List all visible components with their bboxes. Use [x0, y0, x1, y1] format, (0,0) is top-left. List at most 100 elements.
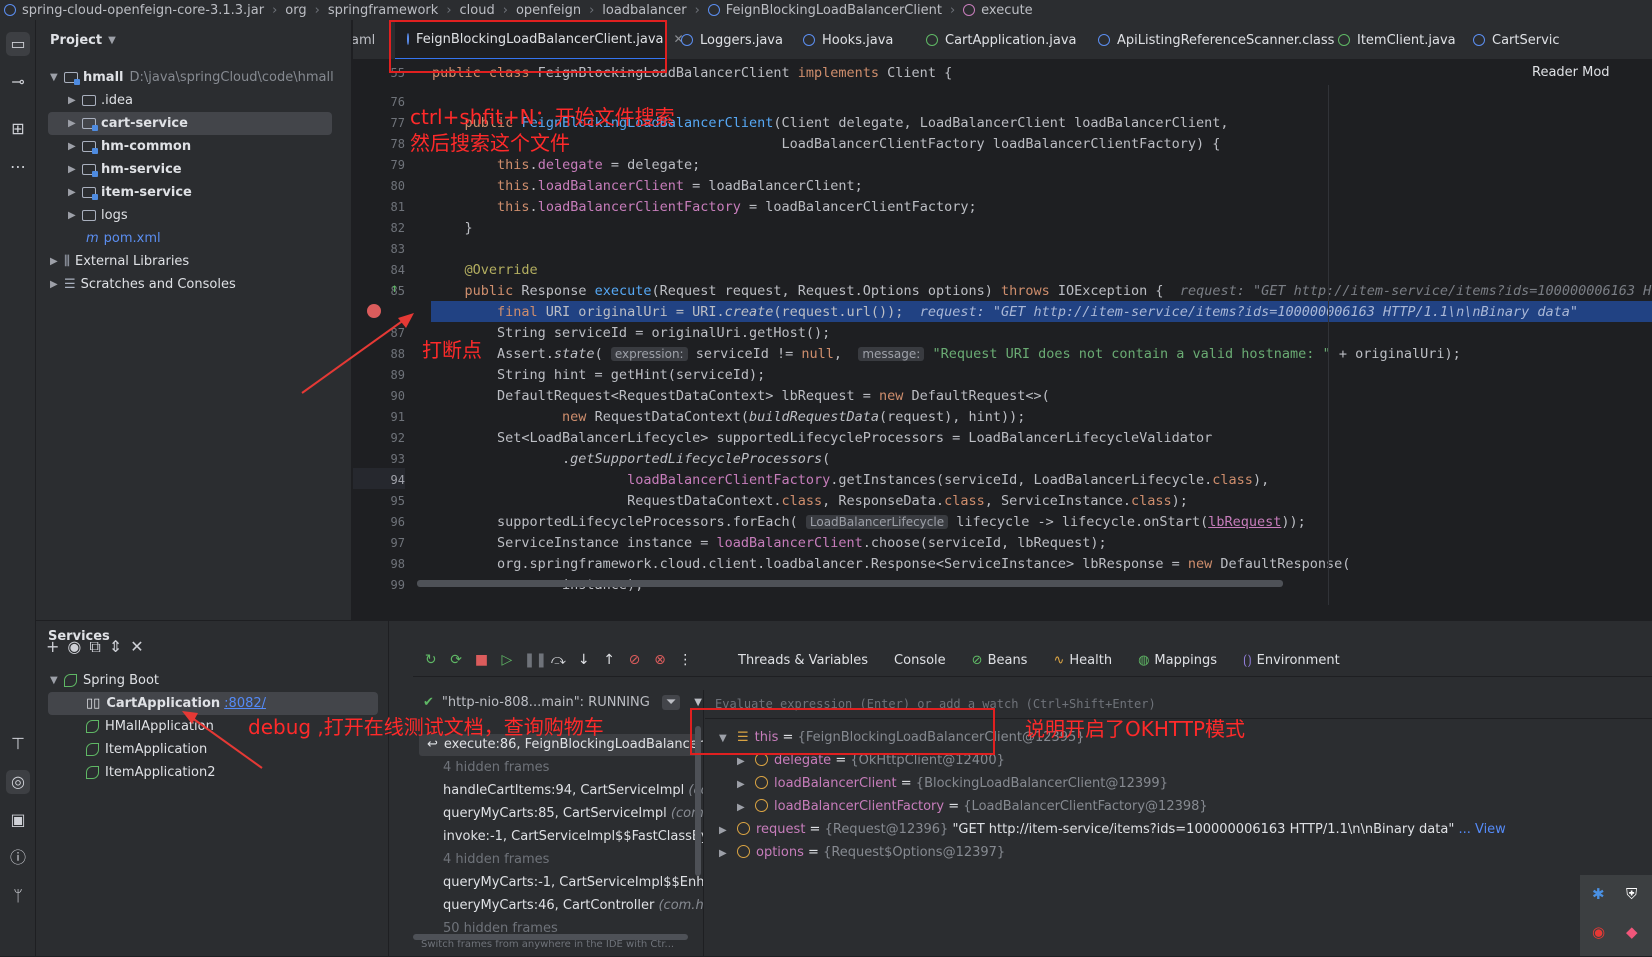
chevron-down-icon[interactable]: ▼ [108, 35, 116, 46]
tab-mappings[interactable]: Mappings [1154, 653, 1217, 668]
frame-cart-controller[interactable]: queryMyCarts:46, CartController (com.hma… [443, 898, 703, 913]
git-icon[interactable]: ᛘ [6, 884, 30, 908]
breadcrumb-class[interactable]: FeignBlockingLoadBalancerClient [726, 3, 942, 18]
tab-item-client[interactable]: ItemClient.java [1338, 20, 1456, 59]
music-app-icon[interactable]: ◉ [1592, 923, 1605, 941]
chevron-right-icon[interactable]: ▶ [68, 187, 82, 198]
add-icon[interactable]: + [46, 637, 67, 656]
build-icon[interactable]: ⊤ [6, 732, 30, 756]
stop-icon[interactable]: ■ [473, 652, 490, 668]
breadcrumb-openfeign[interactable]: openfeign [516, 3, 581, 18]
chevron-right-icon[interactable]: ▶ [737, 802, 751, 813]
breadcrumb-springframework[interactable]: springframework [328, 3, 438, 18]
tree-item-pom[interactable]: m pom.xml [86, 227, 386, 250]
structure-icon[interactable]: ⊞ [6, 117, 30, 141]
tab-threads-variables[interactable]: Threads & Variables [738, 653, 868, 668]
tab-api-listing[interactable]: ApiListingReferenceScanner.class [1098, 20, 1334, 59]
reader-mode[interactable]: Reader Mod [1532, 65, 1652, 87]
hidden-frames[interactable]: 4 hidden frames [443, 760, 549, 775]
terminal-icon[interactable]: ▣ [6, 808, 30, 832]
folder-icon[interactable]: ▭ [6, 32, 30, 56]
filter-icon[interactable]: ⏷ [661, 695, 681, 710]
breadcrumb-org[interactable]: org [285, 3, 306, 18]
breadcrumb-cloud[interactable]: cloud [460, 3, 495, 18]
view-link[interactable]: ... View [1458, 822, 1505, 837]
more-icon[interactable]: ⋯ [6, 155, 30, 179]
eye-icon[interactable]: ◉ [67, 637, 89, 656]
tree-item-external-libraries[interactable]: ▶ ⫼ External Libraries [50, 250, 350, 273]
tree-item-scratches[interactable]: ▶ ☰ Scratches and Consoles [50, 273, 350, 296]
project-title[interactable]: Project [50, 33, 102, 48]
tab-health[interactable]: Health [1069, 653, 1112, 668]
commit-icon[interactable]: ⊸ [6, 70, 30, 94]
chevron-right-icon[interactable]: ▶ [719, 825, 733, 836]
tree-item-idea[interactable]: ▶ .idea [68, 89, 368, 112]
rerun-icon[interactable]: ↻ [422, 652, 439, 668]
breadcrumb-method[interactable]: execute [981, 3, 1033, 18]
chevron-right-icon[interactable]: ▶ [68, 95, 82, 106]
resume-icon[interactable]: ▷ [498, 652, 515, 668]
more-icon[interactable]: ⋮ [677, 652, 694, 668]
var-options[interactable]: ▶ options = {Request$Options@12397} [719, 845, 1005, 860]
chevron-right-icon[interactable]: ▶ [68, 141, 82, 152]
expand-icon[interactable]: ⇕ [109, 637, 130, 656]
horizontal-scrollbar[interactable] [417, 580, 1283, 587]
view-breakpoints-icon[interactable]: ⊘ [626, 652, 643, 668]
frame-handle-cart-items[interactable]: handleCartItems:94, CartServiceImpl (com… [443, 783, 703, 798]
chevron-right-icon[interactable]: ▶ [68, 118, 82, 129]
frame-query-my-carts-enhancer[interactable]: queryMyCarts:-1, CartServiceImpl$$Enhanc… [443, 875, 703, 890]
service-item-application2[interactable]: ItemApplication2 [86, 761, 216, 784]
service-item-application[interactable]: ItemApplication [86, 738, 207, 761]
breadcrumb-jar[interactable]: spring-cloud-openfeign-core-3.1.3.jar [22, 3, 264, 18]
chevron-right-icon[interactable]: ▶ [68, 164, 82, 175]
step-into-icon[interactable]: ↓ [575, 652, 592, 668]
tree-item-logs[interactable]: ▶ logs [68, 204, 368, 227]
var-delegate[interactable]: ▶ delegate = {OkHttpClient@12400} [737, 753, 1005, 768]
tree-item-cart-service[interactable]: ▶ cart-service [48, 112, 332, 135]
service-hmall-application[interactable]: HMallApplication [86, 715, 214, 738]
chevron-right-icon[interactable]: ▶ [50, 279, 64, 290]
bluetooth-icon[interactable]: ✱ [1592, 885, 1605, 903]
chevron-right-icon[interactable]: ▶ [50, 256, 64, 267]
chevron-right-icon[interactable]: ▶ [737, 779, 751, 790]
tree-item-hmall[interactable]: ▼ hmall D:\java\springCloud\code\hmall [50, 66, 350, 89]
services-toolbar[interactable]: +◉⧉⇕✕ [46, 637, 152, 657]
problems-icon[interactable]: ⓘ [6, 846, 30, 870]
port-link[interactable]: :8082/ [224, 696, 266, 711]
var-load-balancer-client-factory[interactable]: ▶ loadBalancerClientFactory = {LoadBalanc… [737, 799, 1208, 814]
var-request[interactable]: ▶ request = {Request@12396} "GET http://i… [719, 822, 1506, 837]
chevron-right-icon[interactable]: ▶ [68, 210, 82, 221]
tree-item-hm-service[interactable]: ▶ hm-service [68, 158, 368, 181]
tab-console[interactable]: Console [894, 653, 946, 668]
breadcrumb-loadbalancer[interactable]: loadbalancer [602, 3, 686, 18]
new-tab-icon[interactable]: ⧉ [89, 637, 108, 656]
tree-item-spring-boot[interactable]: ▼ Spring Boot [50, 669, 159, 692]
tab-loggers[interactable]: Loggers.java [671, 20, 783, 59]
tab-cart-application[interactable]: CartApplication.java [926, 20, 1077, 59]
tree-item-hm-common[interactable]: ▶ hm-common [68, 135, 368, 158]
message-app-icon[interactable]: ◆ [1626, 923, 1638, 941]
chevron-right-icon[interactable]: ▶ [737, 756, 751, 767]
var-load-balancer-client[interactable]: ▶ loadBalancerClient = {BlockingLoadBalan… [737, 776, 1168, 791]
breakpoint-icon[interactable] [367, 304, 381, 318]
frame-invoke[interactable]: invoke:-1, CartServiceImpl$$FastClassByS… [443, 829, 703, 844]
chevron-down-icon[interactable]: ▼ [50, 72, 64, 83]
frame-query-my-carts[interactable]: queryMyCarts:85, CartServiceImpl (com.hm… [443, 806, 703, 821]
tab-beans[interactable]: Beans [988, 653, 1028, 668]
hidden-frames[interactable]: 4 hidden frames [443, 852, 549, 867]
tab-hooks[interactable]: Hooks.java [803, 20, 893, 59]
tab-cart-service[interactable]: CartServic [1473, 20, 1560, 59]
shield-icon[interactable]: ⛨ [1626, 885, 1637, 903]
step-over-icon[interactable]: ⤼ [550, 652, 567, 668]
tab-aml[interactable]: aml [353, 20, 391, 59]
thread-selector[interactable]: ✔ "http-nio-808...main": RUNNING ⏷ ▼ [423, 695, 702, 710]
override-gutter-icon[interactable]: ↑ [391, 281, 398, 295]
tab-environment[interactable]: Environment [1257, 653, 1340, 668]
chevron-right-icon[interactable]: ▶ [719, 848, 733, 859]
collapse-icon[interactable]: ✕ [130, 637, 151, 656]
restart-icon[interactable]: ⟳ [447, 652, 464, 668]
tree-item-item-service[interactable]: ▶ item-service [68, 181, 368, 204]
services-icon[interactable]: ◎ [6, 770, 30, 794]
step-out-icon[interactable]: ↑ [600, 652, 617, 668]
mute-breakpoints-icon[interactable]: ⊗ [651, 652, 668, 668]
